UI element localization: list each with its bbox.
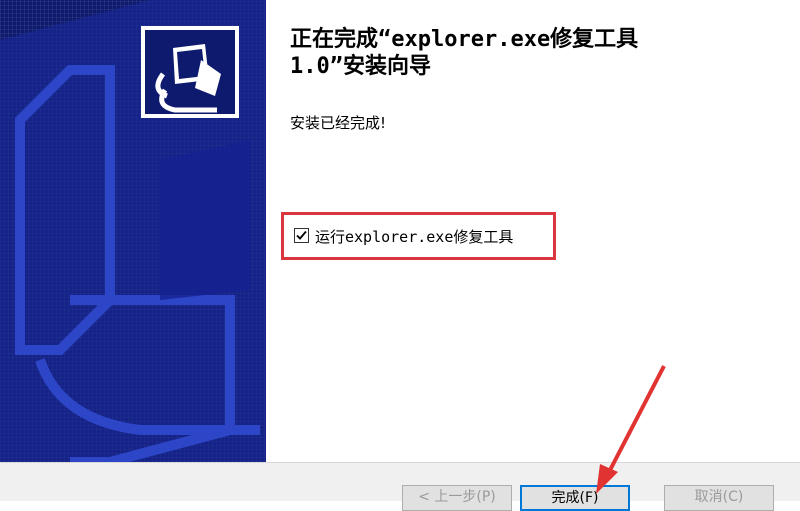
finish-button[interactable]: 完成(F) (520, 485, 630, 511)
wizard-button-bar: < 上一步(P) 完成(F) 取消(C) (0, 462, 800, 511)
run-after-install-option[interactable]: 运行explorer.exe修复工具 (281, 212, 556, 260)
wizard-title-line2: 1.0”安装向导 (290, 54, 431, 79)
checkmark-icon (296, 230, 307, 240)
run-checkbox[interactable] (294, 228, 309, 243)
wizard-title-line1: 正在完成“explorer.exe修复工具 (290, 27, 639, 52)
run-option-label[interactable]: 运行explorer.exe修复工具 (315, 226, 513, 247)
back-button[interactable]: < 上一步(P) (402, 485, 512, 511)
installer-computer-icon (141, 26, 239, 118)
cancel-button[interactable]: 取消(C) (664, 485, 774, 511)
wizard-title: 正在完成“explorer.exe修复工具 1.0”安装向导 (290, 26, 760, 80)
wizard-banner (0, 0, 266, 462)
install-status-text: 安装已经完成! (290, 114, 387, 132)
